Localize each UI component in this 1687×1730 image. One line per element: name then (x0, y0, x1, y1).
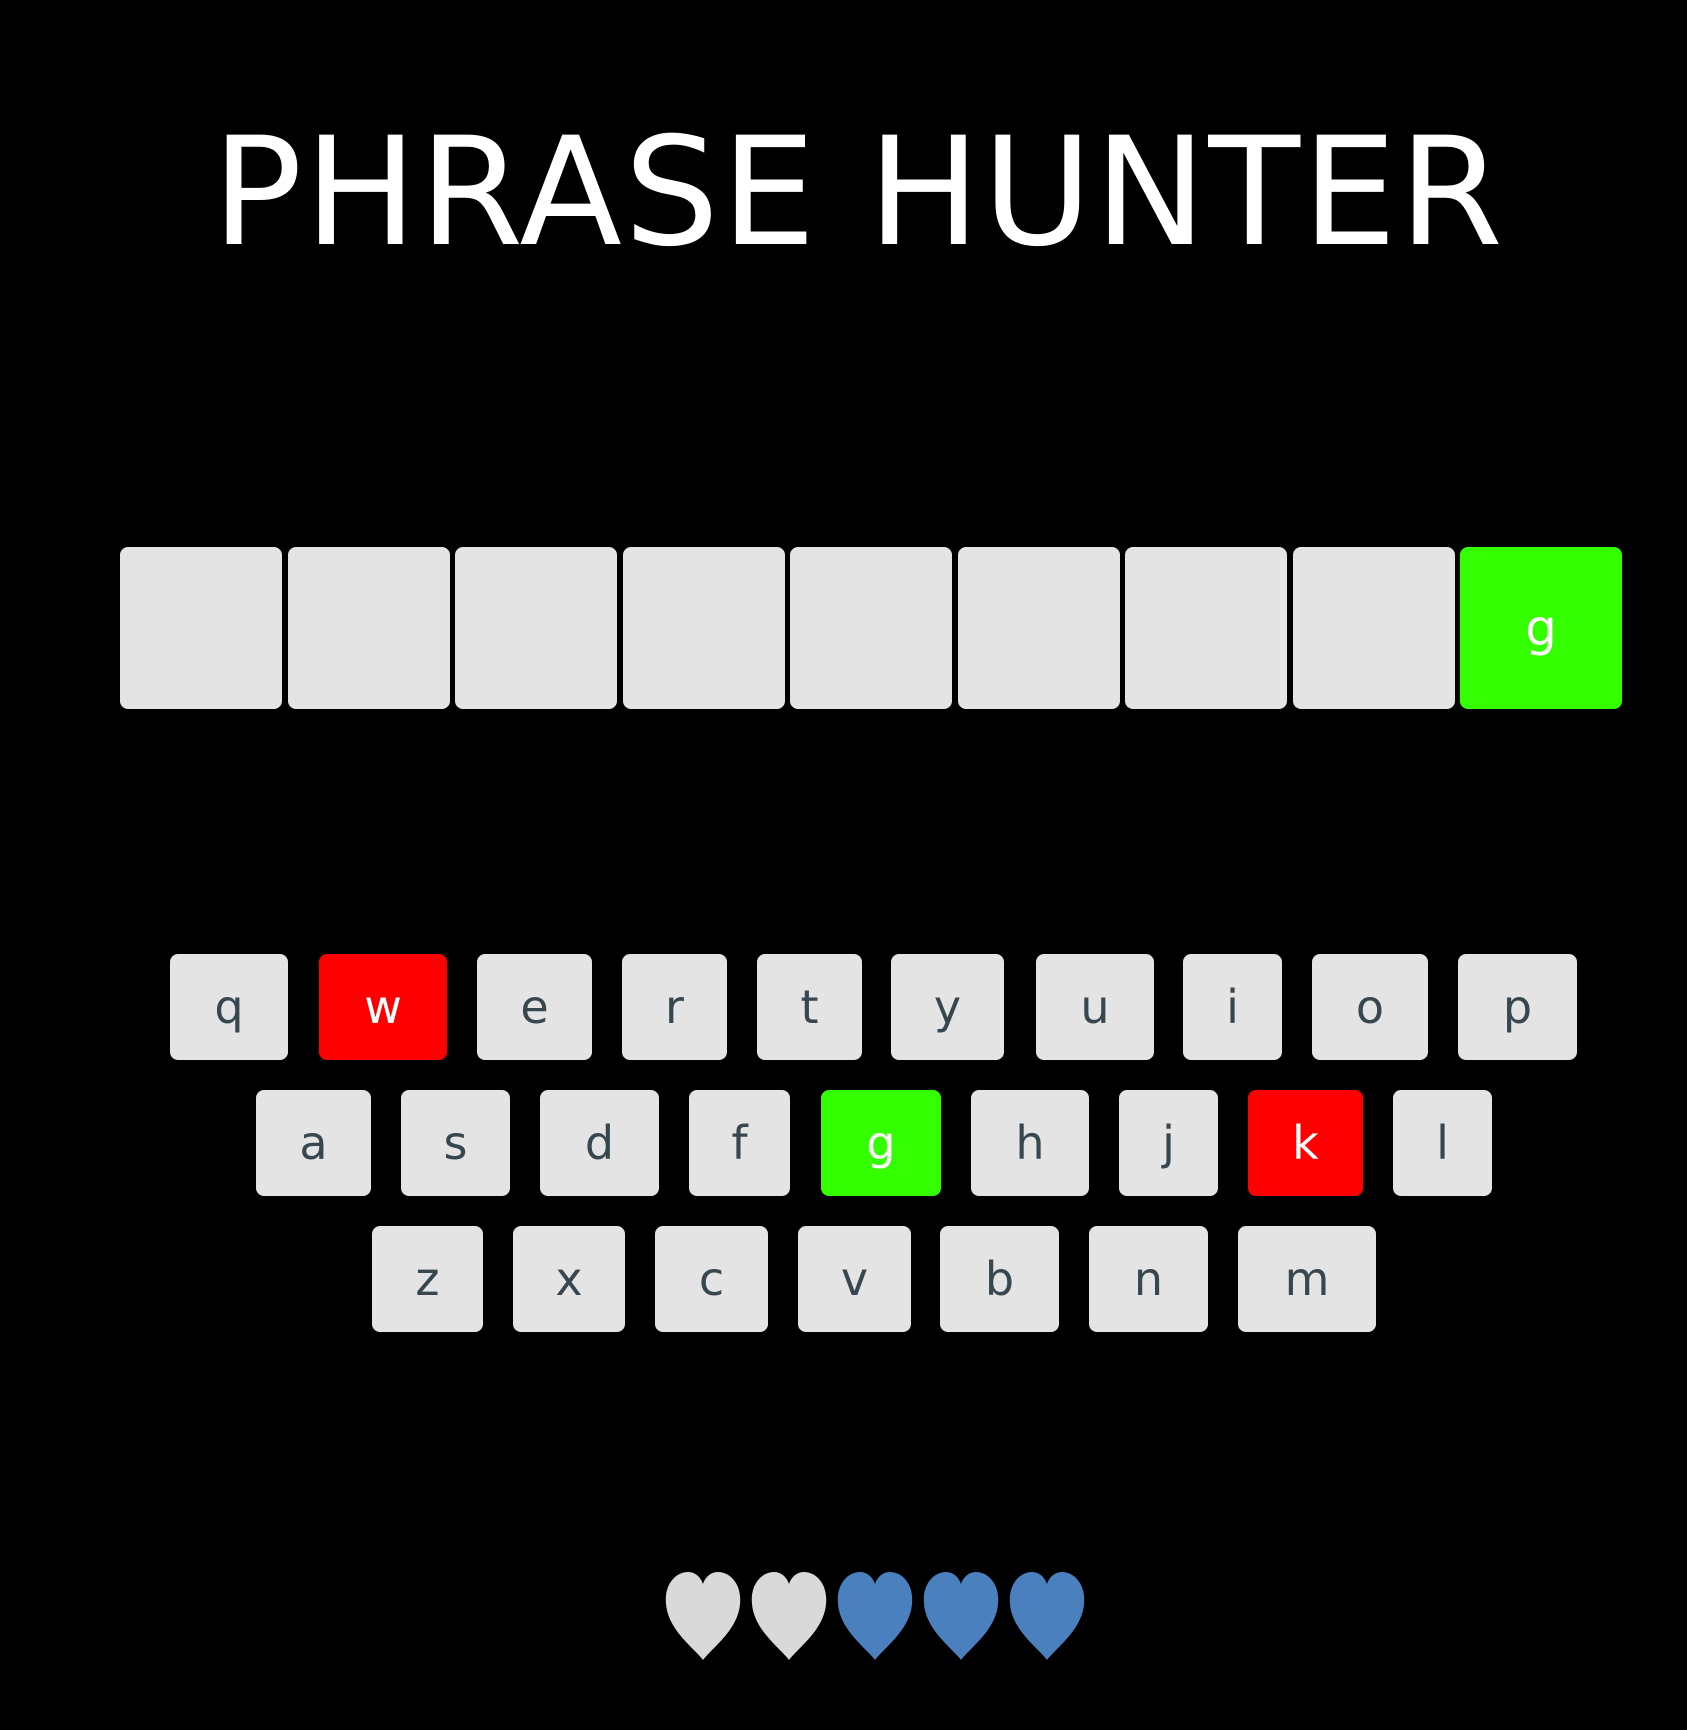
phrase-letter-slot (1125, 547, 1287, 709)
key-i[interactable]: i (1183, 954, 1282, 1060)
key-u[interactable]: u (1036, 954, 1154, 1060)
phrase-letter-slot (120, 547, 282, 709)
lives-scoreboard (664, 1570, 1086, 1662)
life-heart-icon (922, 1570, 1000, 1662)
key-o[interactable]: o (1312, 954, 1428, 1060)
key-p[interactable]: p (1458, 954, 1577, 1060)
key-w[interactable]: w (319, 954, 447, 1060)
key-l[interactable]: l (1393, 1090, 1492, 1196)
key-b[interactable]: b (940, 1226, 1059, 1332)
key-k[interactable]: k (1248, 1090, 1363, 1196)
lost-heart-icon (664, 1570, 742, 1662)
key-j[interactable]: j (1119, 1090, 1218, 1196)
game-title: PHRASE HUNTER (211, 106, 1506, 280)
phrase-letter-slot (287, 547, 450, 709)
phrase-letter-slot (957, 547, 1120, 709)
phrase-board: g (120, 547, 1622, 709)
life-heart-icon (1008, 1570, 1086, 1662)
key-g[interactable]: g (821, 1090, 941, 1196)
key-f[interactable]: f (689, 1090, 790, 1196)
key-n[interactable]: n (1089, 1226, 1208, 1332)
key-h[interactable]: h (971, 1090, 1089, 1196)
key-c[interactable]: c (655, 1226, 768, 1332)
key-a[interactable]: a (256, 1090, 371, 1196)
phrase-letter-slot (622, 547, 785, 709)
key-t[interactable]: t (757, 954, 862, 1060)
key-y[interactable]: y (891, 954, 1004, 1060)
keyboard-row-3: zxcvbnm (0, 1226, 1687, 1332)
keyboard-row-2: asdfghjkl (0, 1090, 1687, 1196)
game-screen: PHRASE HUNTER g qwertyuiop asdfghjkl zxc… (0, 0, 1687, 1730)
lost-heart-icon (750, 1570, 828, 1662)
phrase-letter-slot (1292, 547, 1455, 709)
phrase-letter-slot (455, 547, 617, 709)
key-s[interactable]: s (401, 1090, 510, 1196)
key-q[interactable]: q (170, 954, 288, 1060)
phrase-letter-slot: g (1460, 547, 1622, 709)
key-x[interactable]: x (513, 1226, 625, 1332)
life-heart-icon (836, 1570, 914, 1662)
key-v[interactable]: v (798, 1226, 911, 1332)
key-r[interactable]: r (622, 954, 727, 1060)
key-z[interactable]: z (372, 1226, 483, 1332)
phrase-letter-slot (790, 547, 952, 709)
key-m[interactable]: m (1238, 1226, 1376, 1332)
key-e[interactable]: e (477, 954, 592, 1060)
key-d[interactable]: d (540, 1090, 659, 1196)
keyboard-row-1: qwertyuiop (0, 954, 1687, 1060)
